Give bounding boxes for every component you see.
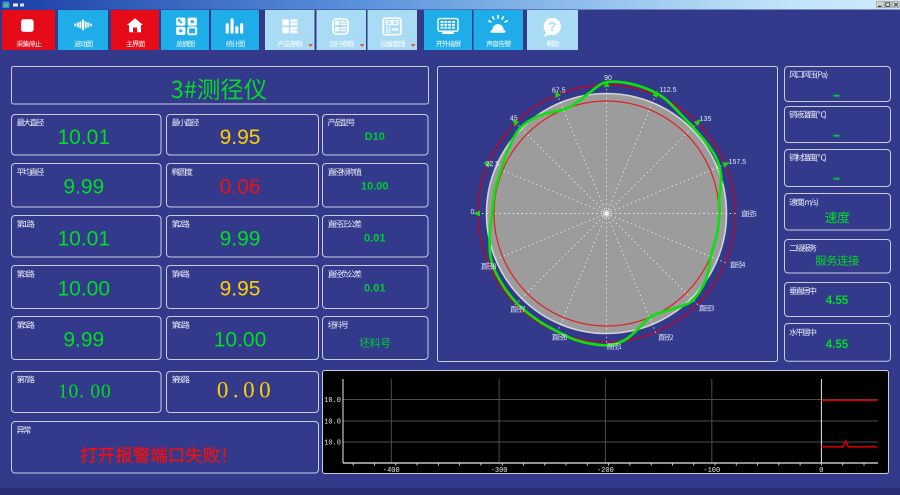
svg-text:10.0: 10.0: [324, 419, 341, 427]
svg-text:157.5: 157.5: [729, 159, 747, 166]
svg-text:0: 0: [819, 467, 823, 475]
svg-text:10.00: 10.00: [361, 181, 389, 193]
svg-text:135: 135: [700, 116, 712, 123]
svg-text:-100: -100: [703, 467, 720, 475]
svg-text:9.95: 9.95: [220, 278, 261, 301]
svg-text:10.01: 10.01: [57, 126, 110, 149]
svg-text:0: 0: [471, 209, 475, 216]
svg-text:4.55: 4.55: [826, 295, 849, 307]
svg-text:90: 90: [604, 75, 612, 82]
svg-text:0.01: 0.01: [364, 283, 385, 295]
svg-text:22.5: 22.5: [485, 161, 499, 168]
svg-text:?: ?: [548, 20, 556, 34]
svg-text:0.00: 0.00: [217, 378, 275, 403]
svg-text:10.00: 10.00: [57, 278, 110, 301]
svg-text:10. 00: 10. 00: [58, 382, 112, 403]
svg-text:D10: D10: [365, 131, 385, 143]
svg-text:67.5: 67.5: [552, 87, 566, 94]
svg-text:10.0: 10.0: [324, 440, 341, 448]
svg-text:9.95: 9.95: [220, 126, 261, 149]
svg-text:-200: -200: [597, 467, 614, 475]
svg-text:10.01: 10.01: [57, 228, 110, 251]
svg-text:-400: -400: [383, 467, 400, 475]
svg-text:9.99: 9.99: [63, 176, 104, 199]
svg-text:9.99: 9.99: [63, 329, 104, 352]
svg-text:4.55: 4.55: [826, 339, 849, 351]
svg-text:112.5: 112.5: [660, 87, 677, 94]
svg-text:0.06: 0.06: [220, 176, 261, 199]
svg-text:9.99: 9.99: [220, 228, 261, 251]
svg-text:10.0: 10.0: [324, 397, 341, 405]
svg-text:10.00: 10.00: [214, 329, 267, 352]
svg-text:-300: -300: [491, 467, 508, 475]
svg-text:0.01: 0.01: [364, 233, 385, 245]
svg-text:45: 45: [510, 116, 518, 123]
